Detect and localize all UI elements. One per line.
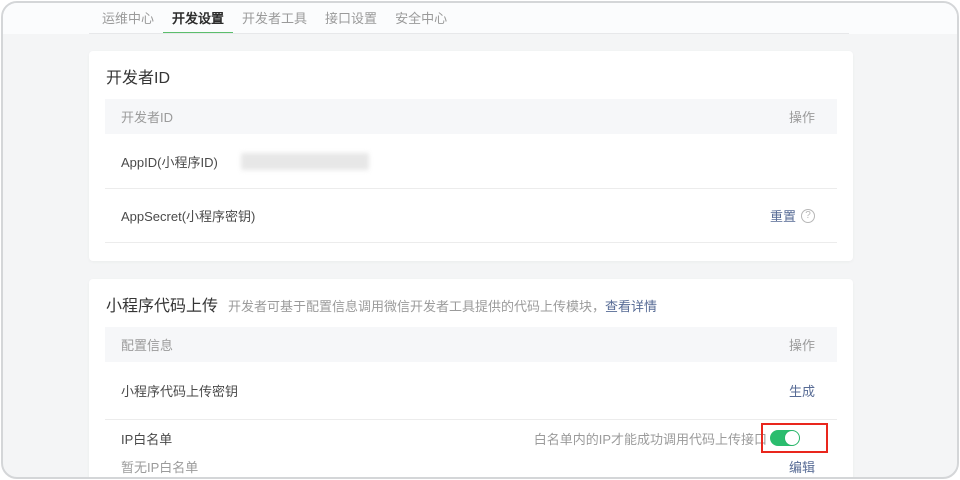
ip-whitelist-empty-text: 暂无IP白名单 [121, 457, 198, 476]
view-details-link[interactable]: 查看详情 [605, 296, 657, 315]
upload-key-label: 小程序代码上传密钥 [121, 381, 238, 400]
developer-id-card-footer [105, 242, 837, 261]
tab-list: 运维中心 开发设置 开发者工具 接口设置 安全中心 [93, 3, 456, 34]
config-info-header-label: 配置信息 [121, 335, 173, 354]
edit-whitelist-button[interactable]: 编辑 [789, 457, 815, 476]
code-upload-title-row: 小程序代码上传 开发者可基于配置信息调用微信开发者工具提供的代码上传模块， 查看… [89, 279, 853, 327]
appid-label: AppID(小程序ID) [121, 152, 218, 171]
tab-operations-center[interactable]: 运维中心 [93, 3, 163, 34]
developer-id-card: 开发者ID 开发者ID 操作 AppID(小程序ID) AppSecret(小程… [89, 51, 853, 261]
developer-id-title-row: 开发者ID [89, 51, 853, 99]
appsecret-label: AppSecret(小程序密钥) [121, 206, 255, 225]
ip-whitelist-row: IP白名单 白名单内的IP才能成功调用代码上传接口 暂无IP白名单 编辑 [105, 419, 837, 479]
code-upload-card: 小程序代码上传 开发者可基于配置信息调用微信开发者工具提供的代码上传模块， 查看… [89, 279, 853, 479]
config-info-header-action: 操作 [789, 335, 815, 354]
top-tab-bar: 运维中心 开发设置 开发者工具 接口设置 安全中心 [3, 3, 957, 34]
help-icon[interactable]: ? [801, 209, 815, 223]
ip-whitelist-note: 白名单内的IP才能成功调用代码上传接口 [534, 429, 767, 448]
tab-api-settings[interactable]: 接口设置 [316, 3, 386, 34]
ip-whitelist-label: IP白名单 [121, 429, 172, 448]
appsecret-row: AppSecret(小程序密钥) 重置 ? [105, 188, 837, 242]
code-upload-table-header: 配置信息 操作 [105, 327, 837, 362]
code-upload-title: 小程序代码上传 [106, 292, 218, 316]
ip-whitelist-toggle[interactable] [770, 430, 800, 446]
reset-appsecret-button[interactable]: 重置 [770, 206, 796, 225]
tab-developer-tools[interactable]: 开发者工具 [233, 3, 316, 34]
appid-value-redacted [241, 153, 369, 170]
tab-development-settings[interactable]: 开发设置 [163, 3, 233, 34]
developer-id-table-header: 开发者ID 操作 [105, 99, 837, 134]
developer-id-title: 开发者ID [106, 64, 170, 88]
appid-row: AppID(小程序ID) [105, 134, 837, 188]
upload-key-row: 小程序代码上传密钥 生成 [105, 362, 837, 419]
toggle-knob-icon [785, 431, 799, 445]
tab-bar-divider [89, 33, 849, 34]
developer-id-header-action: 操作 [789, 107, 815, 126]
highlight-box [761, 423, 828, 453]
developer-id-header-label: 开发者ID [121, 107, 173, 126]
screenshot-frame: 运维中心 开发设置 开发者工具 接口设置 安全中心 开发者ID 开发者ID 操作… [1, 1, 959, 479]
tab-security-center[interactable]: 安全中心 [386, 3, 456, 34]
generate-key-button[interactable]: 生成 [789, 381, 815, 400]
code-upload-description: 开发者可基于配置信息调用微信开发者工具提供的代码上传模块， [228, 296, 605, 315]
